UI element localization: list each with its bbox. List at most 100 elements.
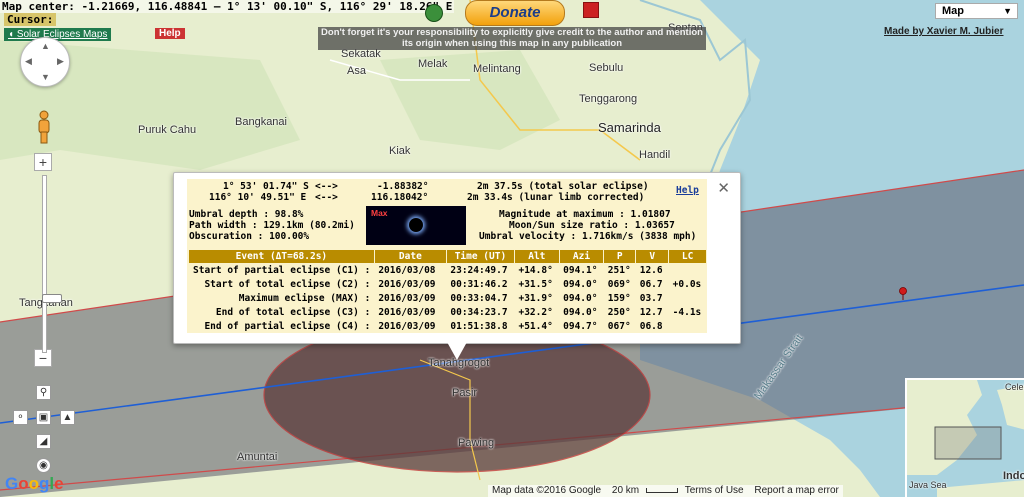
event-lc: -4.1s: [672, 306, 702, 318]
event-time: 00:33:04.7: [450, 292, 508, 304]
table-row: Maximum eclipse (MAX) : 2016/03/09 00:33…: [189, 291, 707, 305]
umbral-velocity: Umbral velocity : 1.716km/s (3838 mph): [479, 231, 697, 242]
help-button[interactable]: Help: [155, 28, 185, 39]
popup-tail: [447, 342, 467, 360]
event-lc: [669, 291, 707, 305]
map-label-bangkanai: Bangkanai: [235, 116, 287, 128]
zoom-slider-track[interactable]: [42, 175, 62, 353]
event-p: 067°: [607, 320, 631, 332]
map-label-puruk-cahu: Puruk Cahu: [138, 124, 197, 136]
pan-up-icon[interactable]: ▲: [41, 41, 50, 51]
table-row: End of total eclipse (C3) : 2016/03/09 0…: [189, 305, 707, 319]
solar-eclipses-maps-link[interactable]: ◖ Solar Eclipses Maps: [4, 28, 112, 41]
map-label-sebulu: Sebulu: [589, 62, 624, 74]
map-label-pasir: Pasir: [452, 387, 478, 399]
event-p: 251°: [607, 264, 631, 276]
col-event: Event (ΔT=68.2s): [189, 250, 375, 263]
event-time: 01:51:38.8: [450, 320, 508, 332]
collapse-up-icon[interactable]: ▲: [60, 410, 75, 425]
map-type-label: Map: [942, 5, 964, 17]
table-row: End of partial eclipse (C4) : 2016/03/09…: [189, 319, 707, 333]
event-v: 12.6: [639, 264, 663, 276]
longitude-decimal: 116.18042°: [371, 192, 429, 203]
fit-bounds-icon[interactable]: ▣: [36, 410, 51, 425]
event-v: 03.7: [639, 292, 663, 304]
globe-icon: [425, 4, 443, 22]
col-date: Date: [374, 250, 447, 263]
event-p: 069°: [607, 278, 631, 290]
credit-notice: Don't forget it's your responsibility to…: [318, 27, 706, 50]
report-error-link[interactable]: Report a map error: [750, 485, 842, 496]
map-attribution: Map data ©2016 Google 20 km Terms of Use…: [488, 485, 843, 497]
event-date: 2016/03/09: [378, 278, 436, 290]
close-icon[interactable]: ✕: [717, 179, 730, 197]
magnifier-icon[interactable]: ⚲: [36, 385, 51, 400]
pan-down-icon[interactable]: ▼: [41, 72, 50, 82]
popup-help-link[interactable]: Help: [676, 185, 699, 196]
eclipse-icon: ◖: [8, 29, 15, 40]
scale-label: 20 km: [611, 485, 640, 496]
event-v: 06.7: [639, 278, 663, 290]
author-credit-link[interactable]: Made by Xavier M. Jubier: [884, 26, 1004, 37]
duration-total: 2m 37.5s (total solar eclipse): [477, 181, 649, 192]
event-time: 00:31:46.2: [450, 278, 508, 290]
terms-link[interactable]: Terms of Use: [681, 485, 748, 496]
latitude-arrows: <-->: [315, 181, 338, 192]
donate-button[interactable]: Donate: [465, 0, 565, 26]
map-label-kiak: Kiak: [389, 145, 411, 157]
map-label-handil: Handil: [639, 149, 671, 161]
chart-icon[interactable]: ◢: [36, 434, 51, 449]
event-v: 12.7: [639, 306, 663, 318]
overview-label-java-sea: Java Sea: [909, 480, 947, 490]
map-label-tenggarong: Tenggarong: [579, 93, 638, 105]
my-location-icon[interactable]: ◉: [36, 458, 51, 473]
eclipse-max-image: Max: [366, 206, 466, 245]
event-lc: +0.0s: [672, 278, 702, 290]
event-p: 159°: [607, 292, 631, 304]
google-logo: Google: [5, 474, 64, 493]
event-name: End of total eclipse (C3) :: [215, 306, 371, 318]
event-azi: 094.0°: [563, 292, 598, 304]
pan-left-icon[interactable]: ◀: [25, 56, 32, 67]
zoom-in-button[interactable]: +: [34, 153, 52, 171]
map-label-samarinda: Samarinda: [598, 120, 661, 135]
map-data-text: Map data ©2016 Google: [492, 485, 602, 496]
eclipse-disc-icon: [409, 218, 423, 232]
longitude-arrows: <-->: [315, 192, 338, 203]
longitude-dms: 116° 10' 49.51" E: [209, 192, 307, 203]
event-time: 00:34:23.7: [450, 306, 508, 318]
col-lc: LC: [668, 250, 707, 263]
event-alt: +51.4°: [518, 320, 553, 332]
map-type-select[interactable]: Map ▼: [935, 3, 1018, 19]
overview-map[interactable]: Celeb Java Sea Indo: [905, 378, 1024, 497]
event-alt: +14.8°: [518, 264, 553, 276]
col-azi: Azi: [559, 250, 605, 263]
pan-control[interactable]: ▲ ▼ ◀ ▶: [20, 37, 70, 87]
event-date: 2016/03/08: [378, 264, 436, 276]
gift-icon: [583, 2, 599, 18]
pegman-icon[interactable]: [36, 110, 52, 144]
umbral-depth: Umbral depth : 98.8%: [189, 209, 304, 220]
path-width: Path width : 129.1km (80.2mi): [189, 220, 355, 231]
col-p: P: [603, 250, 637, 263]
eclipse-info-popup: ✕ 1° 53' 01.74" S <--> -1.88382° 116° 10…: [173, 172, 741, 360]
event-azi: 094.0°: [563, 306, 598, 318]
event-alt: +31.5°: [518, 278, 553, 290]
latitude-decimal: -1.88382°: [377, 181, 429, 192]
col-alt: Alt: [514, 250, 560, 263]
zoom-control: + −: [34, 153, 62, 367]
max-label: Max: [371, 208, 388, 218]
event-name: Start of partial eclipse (C1) :: [193, 264, 371, 276]
event-name: Maximum eclipse (MAX) :: [238, 292, 371, 304]
magnitude-at-maximum: Magnitude at maximum : 1.01807: [499, 209, 671, 220]
moon-sun-ratio: Moon/Sun size ratio : 1.03657: [509, 220, 675, 231]
chevron-down-icon: ▼: [1003, 6, 1012, 16]
pan-right-icon[interactable]: ▶: [57, 56, 64, 67]
col-v: V: [635, 250, 670, 263]
event-name: Start of total eclipse (C2) :: [204, 278, 371, 290]
zoom-slider-thumb[interactable]: [42, 294, 62, 303]
compass-icon[interactable]: ⚬: [13, 410, 28, 425]
table-row: Start of total eclipse (C2) : 2016/03/09…: [189, 277, 707, 291]
event-lc: [669, 263, 707, 277]
map-label-pawing: Pawing: [458, 437, 495, 449]
